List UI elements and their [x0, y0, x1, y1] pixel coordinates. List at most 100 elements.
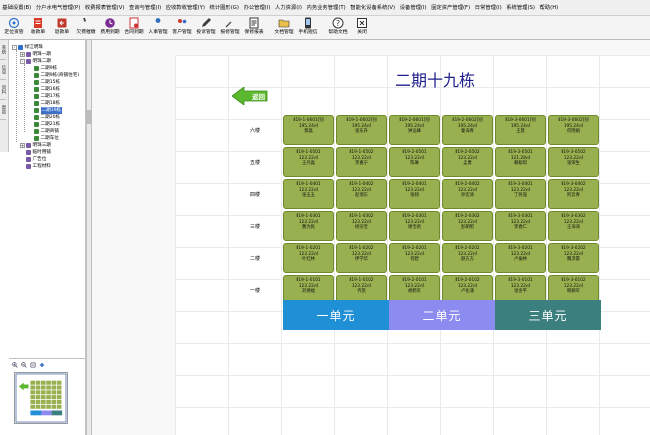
menu-item[interactable]: 人力资源(I) — [273, 0, 304, 15]
side-tab[interactable]: 帮助 — [0, 100, 6, 120]
tree-node-icon — [26, 59, 31, 64]
toolbar-button-document[interactable]: 保修报表 — [242, 16, 266, 40]
tree-node[interactable]: 二期车位 — [28, 135, 59, 142]
room-cell[interactable]: Ⅱ19-3-0301 123.22㎡ 李春仁 — [495, 211, 546, 241]
tree-node[interactable]: 二期16栋 — [28, 86, 60, 93]
menu-item[interactable]: 帮助(H) — [537, 0, 560, 15]
tree-node[interactable]: 二期18栋 — [28, 100, 60, 107]
menu-item[interactable]: 办公管理(I) — [241, 0, 272, 15]
room-cell[interactable]: Ⅱ19-1-0301 123.22㎡ 曹为民 — [283, 211, 334, 241]
tree-expander[interactable]: + — [20, 52, 25, 57]
toolbar-button-wrench[interactable]: 报修管理 — [218, 16, 242, 40]
room-cell[interactable]: Ⅱ19-2-0401 123.22㎡ 张翔 — [389, 179, 440, 209]
toolbar-button-contract[interactable]: 合同到期 — [122, 16, 146, 40]
unit-header[interactable]: 三单元 — [495, 300, 601, 330]
menu-item[interactable]: 查询与管理(I) — [127, 0, 164, 15]
back-button[interactable]: 返回 — [232, 87, 268, 105]
zoom-actual-icon[interactable] — [39, 362, 45, 368]
room-owner: 钟远峰 — [408, 129, 421, 135]
tree-node[interactable]: - 明珠二期 — [20, 58, 51, 65]
toolbar-button-label: 客户管理 — [172, 30, 192, 35]
menu-item[interactable]: 应收款收管理(Y) — [163, 0, 207, 15]
toolbar-button-person[interactable]: 人事管理 — [146, 16, 170, 40]
room-cell[interactable]: Ⅱ19-2-0602[别 195.24㎡ 秦海青 — [442, 115, 493, 145]
toolbar-button-users[interactable]: 客户管理 — [170, 16, 194, 40]
tree-node[interactable]: 二期20栋 — [28, 114, 60, 121]
room-cell[interactable]: Ⅱ19-3-0201 123.22㎡ 卢振林 — [495, 243, 546, 273]
room-cell[interactable]: Ⅱ19-3-0402 123.22㎡ 阿云青 — [548, 179, 599, 209]
minimap-room — [41, 385, 46, 390]
tree-node[interactable]: + 明珠三期 — [20, 142, 51, 149]
unit-header[interactable]: 二单元 — [389, 300, 495, 330]
room-cell[interactable]: Ⅱ19-2-0201 123.22㎡ 何碧 — [389, 243, 440, 273]
toolbar-button-help[interactable]: ? 帮助文档 — [326, 16, 350, 40]
zoom-fit-icon[interactable] — [30, 362, 36, 368]
menu-item[interactable]: 固定资产管理(F) — [429, 0, 473, 15]
room-cell[interactable]: Ⅱ19-3-0501 121.28㎡ 赖聪琪 — [495, 147, 546, 177]
side-tab[interactable]: 资料 — [0, 80, 6, 100]
room-cell[interactable]: Ⅱ19-3-0502 123.22㎡ 张荣生 — [548, 147, 599, 177]
menu-item[interactable]: 设备管理(I) — [397, 0, 428, 15]
tree-node[interactable]: 二期17栋 — [28, 93, 60, 100]
room-cell[interactable]: Ⅱ19-2-0402 123.22㎡ 孙宏涛 — [442, 179, 493, 209]
room-cell[interactable]: Ⅱ19-2-0502 123.22㎡ 孟勇 — [442, 147, 493, 177]
room-cell[interactable]: Ⅱ19-2-0301 123.22㎡ 谢宝君 — [389, 211, 440, 241]
menu-item[interactable]: 系统管理(S) — [504, 0, 537, 15]
menu-item[interactable]: 内务业务管理(T) — [304, 0, 348, 15]
tree-node[interactable]: 二期19栋 — [28, 107, 63, 114]
unit-header[interactable]: 一单元 — [283, 300, 389, 330]
tree-node[interactable]: 二期商铺 — [28, 128, 59, 135]
tree-expander[interactable]: - — [20, 59, 25, 64]
room-cell[interactable]: Ⅱ19-1-0502 123.22㎡ 李嘉宁 — [336, 147, 387, 177]
room-cell[interactable]: Ⅱ19-2-0601[别 195.24㎡ 钟远峰 — [389, 115, 440, 145]
menu-item[interactable]: 分户水电气管理(P) — [34, 0, 83, 15]
room-cell[interactable]: Ⅱ19-3-0302 123.22㎡ 王海涛 — [548, 211, 599, 241]
room-cell[interactable]: Ⅱ19-1-0602[别 195.24㎡ 张东升 — [336, 115, 387, 145]
room-cell[interactable]: Ⅱ19-3-0602[别 195.24㎡ 何晓娟 — [548, 115, 599, 145]
toolbar-button-receipt[interactable]: 收款单 — [26, 16, 50, 40]
side-tab[interactable]: 信息 — [0, 60, 6, 80]
room-cell[interactable]: Ⅱ19-1-0401 123.22㎡ 张玉玉 — [283, 179, 334, 209]
menu-item[interactable]: 统计图形(G) — [207, 0, 241, 15]
room-cell[interactable]: Ⅱ19-1-0402 123.22㎡ 赵瑞东 — [336, 179, 387, 209]
room-cell[interactable]: Ⅱ19-1-0501 123.22㎡ 王丹磊 — [283, 147, 334, 177]
tree-node[interactable]: + 明珠一期 — [20, 51, 51, 58]
tree-node[interactable]: 临时用铺 — [20, 149, 51, 156]
tree-node[interactable]: 二期21栋 — [28, 121, 60, 128]
toolbar-button-refund[interactable]: 退款单 — [50, 16, 74, 40]
toolbar-button-clock[interactable]: 费用到期 — [98, 16, 122, 40]
minimap-room — [30, 390, 36, 395]
tree-node[interactable]: 二期9栋 — [28, 65, 57, 72]
tree-node[interactable]: 二期9栋(商铺住宅) — [28, 72, 79, 79]
toolbar-button-close[interactable]: 关闭 — [350, 16, 374, 40]
menu-item[interactable]: 日常管理(I) — [472, 0, 503, 15]
toolbar-button-locate[interactable]: 定位资管 — [2, 16, 26, 40]
zoom-in-icon[interactable] — [12, 362, 18, 368]
room-cell[interactable]: Ⅱ19-1-0201 123.22㎡ 叶红林 — [283, 243, 334, 273]
menu-item[interactable]: 收费报表管理(V) — [83, 0, 127, 15]
tree-node[interactable]: - 绿江明珠 — [12, 44, 43, 51]
zoom-out-icon[interactable] — [21, 362, 27, 368]
tree-expander[interactable]: + — [20, 143, 25, 148]
tree-node[interactable]: 二期15栋 — [28, 79, 60, 86]
side-tab[interactable]: 系统 — [0, 40, 6, 60]
menu-item[interactable]: 基础设置(B) — [0, 0, 34, 15]
toolbar-button-pen[interactable]: 投诉管理 — [194, 16, 218, 40]
room-cell[interactable]: Ⅱ19-1-0601[别 195.24㎡ 蔡磊 — [283, 115, 334, 145]
tree-expander[interactable]: - — [12, 45, 17, 50]
room-cell[interactable]: Ⅱ19-3-0202 123.22㎡ 魏凉雷 — [548, 243, 599, 273]
room-cell[interactable]: Ⅱ19-1-0202 123.22㎡ 伊学华 — [336, 243, 387, 273]
toolbar-button-phone-message[interactable]: 手机短信 — [296, 16, 320, 40]
toolbar-button-phone[interactable]: 欠费催缴 — [74, 16, 98, 40]
room-cell[interactable]: Ⅱ19-1-0302 123.22㎡ 杨宗宝 — [336, 211, 387, 241]
room-cell[interactable]: Ⅱ19-2-0202 123.22㎡ 颜方方 — [442, 243, 493, 273]
menu-item[interactable]: 智能化设备系统(V) — [348, 0, 397, 15]
tree-node[interactable]: 工程材料 — [20, 163, 51, 170]
room-cell[interactable]: Ⅱ19-3-0601[别 195.24㎡ 王莫 — [495, 115, 546, 145]
room-cell[interactable]: Ⅱ19-2-0302 123.22㎡ 彭朝昭 — [442, 211, 493, 241]
room-cell[interactable]: Ⅱ19-2-0501 123.22㎡ 陈琳 — [389, 147, 440, 177]
toolbar-button-folder[interactable]: 文档管理 — [272, 16, 296, 40]
room-cell[interactable]: Ⅱ19-3-0401 123.22㎡ 丁民强 — [495, 179, 546, 209]
minimap[interactable] — [14, 372, 68, 424]
tree-node[interactable]: 广告位 — [20, 156, 46, 163]
